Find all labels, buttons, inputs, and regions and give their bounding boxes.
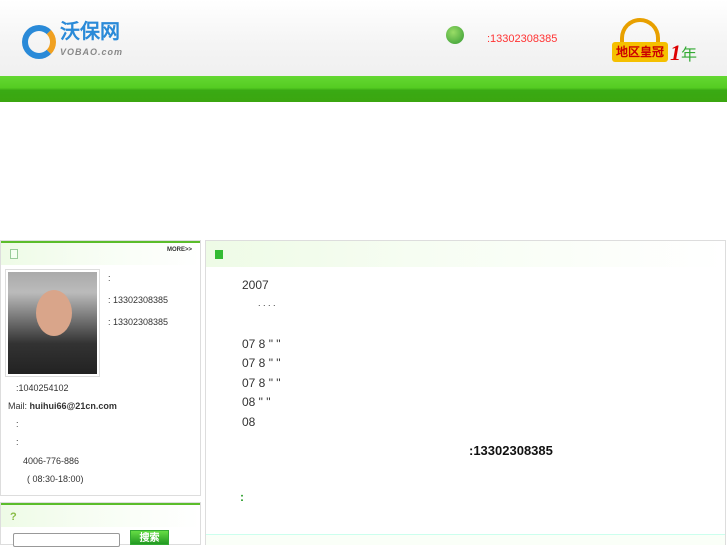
contact-phone: :13302308385 (469, 443, 553, 458)
info-label: : (16, 419, 19, 429)
years-unit: 年 (681, 47, 698, 64)
intro-text: . . . . (258, 298, 276, 308)
logo-text: 沃保网 (60, 21, 120, 43)
history-line: 08 (242, 415, 256, 429)
logo-subtext: VOBAO.com (60, 47, 124, 57)
header-phone: :13302308385 (487, 33, 558, 45)
document-icon (10, 249, 18, 259)
main-panel (205, 240, 726, 545)
intro-year: 2007 (242, 278, 269, 292)
more-link[interactable]: MORE>> (167, 247, 192, 253)
logo-e-icon (22, 25, 56, 59)
phone-number: : 13302308385 (108, 317, 169, 327)
phone-user-icon (446, 26, 464, 44)
crown-icon (620, 18, 660, 42)
qq-number: :1040254102 (16, 383, 69, 393)
search-panel-header: ? (1, 503, 200, 527)
crown-badge: 地区皇冠 (612, 18, 668, 64)
green-label: : (240, 490, 244, 504)
vobao-logo[interactable]: 沃保网 VOBAO.com (22, 22, 123, 62)
info-label: : (16, 437, 19, 447)
badge-label: 地区皇冠 (612, 42, 668, 62)
years-number: 1 (670, 40, 681, 65)
history-line: 07 8 " " (242, 376, 281, 390)
mobile-number: : 13302308385 (108, 295, 169, 305)
main-panel-header (206, 241, 725, 267)
service-hours: ( 08:30-18:00) (27, 474, 84, 484)
hotline: 4006-776-886 (23, 456, 80, 466)
profile-panel-header: MORE>> (1, 241, 200, 265)
profile-photo (5, 269, 100, 377)
question-icon: ? (10, 511, 17, 523)
mail-label: Mail: (8, 401, 28, 411)
search-button[interactable]: 搜索 (130, 530, 169, 545)
mail-address[interactable]: huihui66@21cn.com (30, 401, 117, 411)
history-line: 07 8 " " (242, 337, 281, 351)
nav-bar (0, 76, 727, 102)
history-line: 07 8 " " (242, 356, 281, 370)
name-label: : (108, 273, 111, 283)
history-line: 08 " " (242, 395, 271, 409)
green-square-icon (215, 250, 223, 259)
member-years: 1年 (670, 40, 697, 66)
main-footer-header (206, 534, 725, 545)
